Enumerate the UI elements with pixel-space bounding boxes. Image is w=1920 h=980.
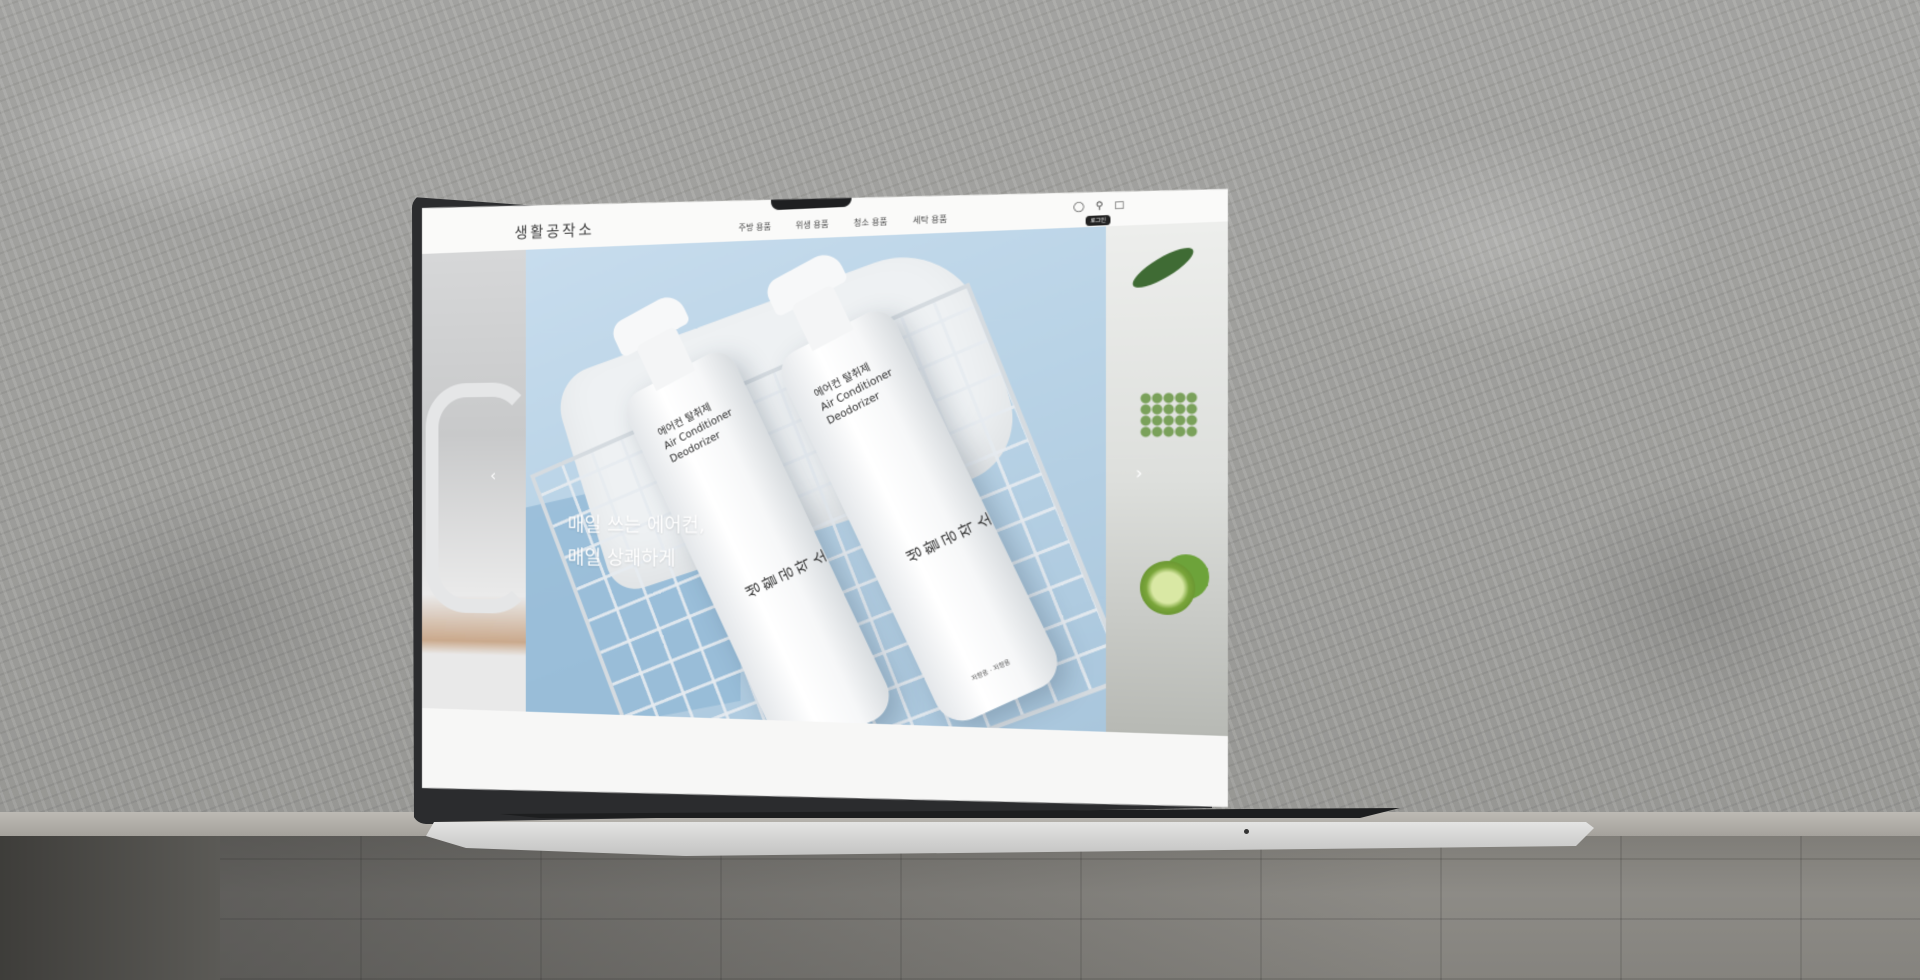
user-icon[interactable]: ◯: [1073, 203, 1084, 213]
bottle-label: 에어컨 탈취제 Air Conditioner Deodorizer: [656, 388, 752, 468]
carousel-slide-next[interactable]: [1106, 221, 1228, 736]
shelf-shadow: [0, 836, 220, 980]
lime-slice-image: [1140, 561, 1195, 616]
search-icon[interactable]: ⚲: [1096, 202, 1103, 212]
cart-icon[interactable]: □: [1114, 201, 1124, 211]
carousel-prev-arrow-icon[interactable]: ‹: [490, 466, 496, 485]
hero-headline: 매일 쓰는 에어컨, 매일 상쾌하게: [568, 508, 705, 575]
login-badge[interactable]: 로그인: [1086, 215, 1111, 226]
carousel-slide-previous[interactable]: [422, 250, 526, 712]
nav-item-hygiene[interactable]: 위생 용품: [796, 218, 829, 231]
main-nav: 주방 용품 위생 용품 청소 용품 세탁 용품: [739, 213, 947, 234]
bottle-label: 에어컨 탈취제 Air Conditioner Deodorizer: [812, 347, 912, 429]
carousel-slide-current[interactable]: 에어컨 탈취제 Air Conditioner Deodorizer 생활공작소…: [526, 226, 1106, 732]
laptop-base-notch: [1244, 829, 1249, 834]
nav-item-laundry[interactable]: 세탁 용품: [913, 213, 947, 226]
hero-headline-line-2: 매일 상쾌하게: [568, 541, 705, 575]
nav-item-kitchen[interactable]: 주방 용품: [739, 221, 771, 234]
leaf-image: [1128, 241, 1198, 294]
website-screen: 생활공작소 주방 용품 위생 용품 청소 용품 세탁 용품 ◯ ⚲ □ 로그인: [422, 169, 1228, 827]
carousel-next-arrow-icon[interactable]: ›: [1135, 462, 1142, 483]
bottle-brand: 생활공작소: [902, 505, 999, 568]
hero-carousel: 에어컨 탈취제 Air Conditioner Deodorizer 생활공작소…: [422, 221, 1228, 736]
nav-item-cleaning[interactable]: 청소 용품: [854, 216, 888, 229]
washer-door-image: [426, 382, 534, 614]
header-icons: ◯ ⚲ □: [1073, 201, 1124, 213]
hero-headline-line-1: 매일 쓰는 에어컨,: [568, 508, 705, 542]
shelf-shade: [220, 836, 1420, 980]
site-logo[interactable]: 생활공작소: [515, 218, 595, 243]
laptop-screen-area: 생활공작소 주방 용품 위생 용품 청소 용품 세탁 용품 ◯ ⚲ □ 로그인: [422, 208, 1202, 788]
herb-sprig-image: [1140, 392, 1198, 438]
bottle-note: 저향용 · 저향용: [969, 656, 1011, 683]
bottle-brand: 생활공작소: [741, 543, 833, 604]
